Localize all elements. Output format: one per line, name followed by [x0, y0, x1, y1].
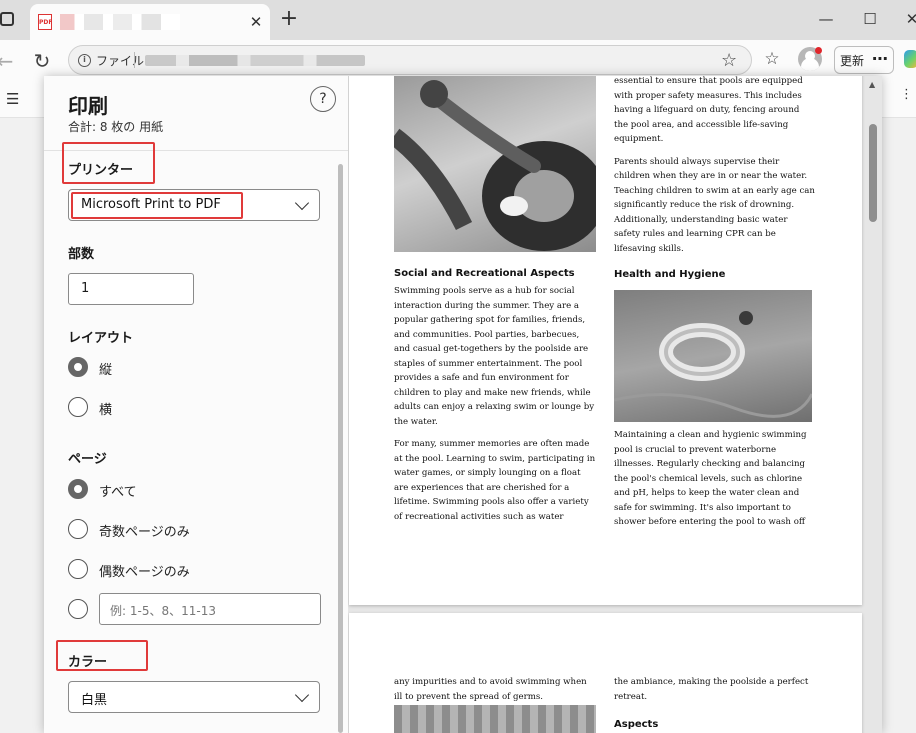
heading-social: Social and Recreational Aspects: [394, 268, 575, 279]
paragraph: the ambiance, making the poolside a perf…: [614, 677, 809, 702]
layout-portrait-label: 縦: [99, 363, 113, 378]
color-select[interactable]: 白黒: [68, 681, 320, 713]
printer-value-highlight: [71, 192, 243, 219]
minimize-button[interactable]: —: [814, 8, 838, 30]
settings-scrollbar[interactable]: [338, 164, 343, 733]
pdf-more-icon[interactable]: ⋮: [900, 87, 913, 102]
more-icon[interactable]: ⋯: [872, 49, 889, 68]
address-bar[interactable]: i ファイル ☆: [68, 45, 752, 75]
maximize-button[interactable]: ☐: [858, 8, 882, 30]
pages-even-radio[interactable]: [68, 559, 88, 579]
print-settings-panel: 印刷 合計: 8 枚の 用紙 ? プリンター Microsoft Print t…: [44, 76, 348, 733]
favorites-icon[interactable]: ☆: [760, 49, 784, 69]
column-2: the ambiance, making the poolside a perf…: [614, 675, 816, 712]
copies-input[interactable]: 1: [68, 273, 194, 305]
pages-all-radio[interactable]: [68, 479, 88, 499]
layout-portrait-radio[interactable]: [68, 357, 88, 377]
help-button[interactable]: ?: [310, 86, 336, 112]
pdf-favicon-icon: PDF: [38, 14, 52, 30]
favorite-star-icon[interactable]: ☆: [721, 50, 737, 71]
print-dialog: 印刷 合計: 8 枚の 用紙 ? プリンター Microsoft Print t…: [44, 76, 882, 733]
paragraph: Swimming pools serve as a hub for social…: [394, 286, 595, 427]
contents-list-icon[interactable]: ☰: [6, 90, 19, 108]
layout-label: レイアウト: [68, 331, 134, 346]
layout-landscape-radio[interactable]: [68, 397, 88, 417]
update-button[interactable]: 更新 ⋯: [834, 46, 894, 74]
tab-bar: PDF ✕ + — ☐ ✕: [0, 0, 916, 40]
browser-tab[interactable]: PDF ✕: [30, 4, 270, 40]
column-1: Swimming pools serve as a hub for social…: [394, 284, 596, 532]
copies-label: 部数: [68, 247, 95, 262]
heading-aspects: Aspects: [614, 719, 659, 730]
preview-scrollbar[interactable]: [869, 124, 877, 222]
vertical-tabs-icon[interactable]: [0, 12, 14, 26]
chevron-down-icon: [294, 687, 310, 703]
color-value: 白黒: [81, 693, 108, 708]
pages-label: ページ: [68, 452, 107, 467]
pages-odd-label: 奇数ページのみ: [99, 525, 190, 540]
pool-photo: [394, 705, 596, 733]
print-title: 印刷: [68, 94, 108, 118]
printer-label: プリンター: [68, 163, 134, 178]
paragraph: any impurities and to avoid swimming whe…: [394, 677, 587, 702]
layout-landscape-label: 横: [99, 403, 113, 418]
copilot-icon[interactable]: [904, 50, 916, 68]
column-2-bottom: Maintaining a clean and hygienic swimmin…: [614, 428, 816, 538]
paragraph: For many, summer memories are often made…: [394, 439, 596, 522]
pool-ring-photo: [614, 290, 812, 422]
pool-float-photo: [394, 76, 596, 252]
paragraph: Parents should always supervise their ch…: [614, 156, 815, 254]
update-label: 更新: [840, 54, 865, 68]
chevron-down-icon: [294, 195, 310, 211]
preview-page: essential to ensure that pools are equip…: [349, 76, 862, 637]
pages-odd-radio[interactable]: [68, 519, 88, 539]
preview-page: any impurities and to avoid swimming whe…: [349, 613, 862, 733]
tab-close-icon[interactable]: ✕: [246, 12, 266, 32]
page-range-input[interactable]: 例: 1-5、8、11-13: [99, 593, 321, 625]
print-preview: essential to ensure that pools are equip…: [348, 76, 882, 733]
pages-all-label: すべて: [99, 485, 137, 500]
scroll-up-arrow-icon[interactable]: ▲: [869, 80, 875, 89]
paragraph: Maintaining a clean and hygienic swimmin…: [614, 430, 807, 527]
sheet-total: 合計: 8 枚の 用紙: [68, 120, 164, 134]
column-2-top: essential to ensure that pools are equip…: [614, 76, 816, 264]
paragraph: essential to ensure that pools are equip…: [614, 76, 803, 144]
tab-title-redacted: [60, 14, 180, 30]
info-icon[interactable]: i: [78, 54, 91, 67]
url-redacted: [145, 55, 365, 66]
pages-custom-radio[interactable]: [68, 599, 88, 619]
url-divider: [134, 52, 135, 68]
notification-dot: [815, 47, 822, 54]
pages-even-label: 偶数ページのみ: [99, 565, 190, 580]
new-tab-button[interactable]: +: [278, 8, 300, 30]
refresh-icon[interactable]: ↻: [29, 48, 55, 74]
file-scheme-label: ファイル: [96, 54, 145, 68]
color-label: カラー: [68, 655, 108, 670]
back-arrow-icon[interactable]: ←: [0, 48, 18, 74]
heading-health: Health and Hygiene: [614, 269, 726, 280]
close-window-button[interactable]: ✕: [900, 8, 916, 30]
